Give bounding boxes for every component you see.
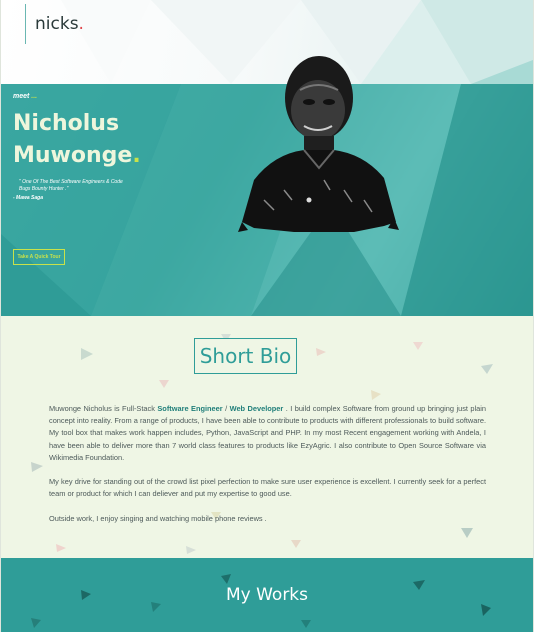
hero-quote: " One Of The Best Software Engineers & C… bbox=[19, 179, 123, 192]
short-bio-section: Short Bio Muwonge Nicholus is Full-Stack… bbox=[1, 316, 533, 558]
take-a-quick-tour-button[interactable]: Take A Quick Tour bbox=[13, 249, 65, 265]
logo-divider bbox=[25, 4, 26, 44]
bio-paragraph-3: Outside work, I enjoy singing and watchi… bbox=[49, 513, 267, 523]
hero-name: Nicholus Muwonge. bbox=[13, 108, 141, 172]
bio-paragraph-2: My key drive for standing out of the cro… bbox=[49, 477, 486, 499]
role-software-engineer: Software Engineer bbox=[157, 404, 223, 413]
bio-text: Muwonge Nicholus is Full-Stack Software … bbox=[49, 403, 486, 537]
hero-quote-author: - Mawa Saga bbox=[13, 195, 44, 201]
role-web-developer: Web Developer bbox=[229, 404, 284, 413]
portfolio-page: nicks. meet ... Nicholus Muwonge. " One … bbox=[1, 0, 533, 632]
hero-last-name: Muwonge. bbox=[13, 143, 141, 168]
my-works-title: My Works bbox=[225, 585, 309, 605]
short-bio-title: Short Bio bbox=[194, 338, 297, 374]
site-logo[interactable]: nicks. bbox=[35, 14, 84, 34]
hero-first-name: Nicholus bbox=[13, 111, 120, 136]
my-works-section: My Works bbox=[1, 558, 533, 632]
bio-paragraph-1: Muwonge Nicholus is Full-Stack Software … bbox=[49, 404, 487, 462]
profile-portrait bbox=[238, 56, 399, 232]
hero-kicker: meet ... bbox=[13, 93, 38, 100]
